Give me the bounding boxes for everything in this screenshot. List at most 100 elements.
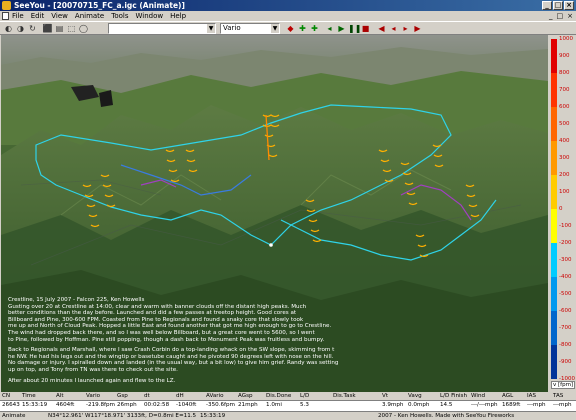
vario-scale-tick: 800 (559, 70, 570, 76)
grid-value-cell: 14.5 (440, 402, 453, 408)
grid-header-cell[interactable]: AVario (206, 393, 224, 399)
rewind-icon[interactable]: ◂ (324, 23, 335, 34)
grid-value-cell: -219.8fpm (86, 402, 116, 408)
window-title: SeeYou - [20070715_FC_a.igc (Animate)] (14, 1, 185, 10)
variable-select[interactable]: Vario ▼ (220, 23, 280, 34)
grid-value-cell: ---/---mph (471, 402, 498, 408)
stop-icon[interactable]: ■ (360, 23, 371, 34)
toolbar-tool-5-icon[interactable]: ▤ (54, 23, 65, 34)
toolbar-tool-4-icon[interactable]: ⬛ (42, 23, 53, 34)
toolbar-tool-7-icon[interactable]: ◯ (78, 23, 89, 34)
maximize-button[interactable]: □ (553, 1, 563, 10)
doc-restore-button[interactable]: □ (557, 11, 564, 21)
toolbar-green-2-icon[interactable]: ✚ (309, 23, 320, 34)
vario-scale-tick: 600 (559, 104, 570, 110)
terrain-3d-view[interactable]: Crestline, 15 July 2007 - Falcon 225, Ke… (1, 35, 548, 392)
toolbar-green-icon[interactable]: ✚ (297, 23, 308, 34)
grid-header-cell[interactable]: TAS (553, 393, 563, 399)
status-bar: Animate N34°12.961' W117°18.971' 3133ft,… (0, 411, 576, 420)
play-icon[interactable]: ▶ (336, 23, 347, 34)
story-line: After about 20 minutes I launched again … (8, 377, 176, 384)
vario-color-segment (551, 277, 557, 311)
status-time: 15:33:19 (200, 413, 226, 419)
grid-header-cell[interactable]: Dis.Task (333, 393, 356, 399)
vario-scale-unit: v [fpm] (551, 381, 576, 389)
grid-header-cell[interactable]: AGsp (238, 393, 253, 399)
vario-scale-tick: 300 (559, 155, 570, 161)
vario-color-bar (551, 39, 557, 379)
story-line: Back to Regionals and Marshall, where I … (8, 347, 335, 354)
grid-value-cell: 15:33:19 (22, 402, 48, 408)
status-coordinates: N34°12.961' W117°18.971' 3133ft, D=0.8mi… (48, 413, 197, 419)
story-paragraph-3: After about 20 minutes I launched again … (8, 378, 368, 385)
grid-header-cell[interactable]: Vavg (408, 393, 422, 399)
step-back-icon[interactable]: ◀ (376, 23, 387, 34)
doc-minimize-button[interactable]: _ (549, 11, 553, 21)
grid-header-cell[interactable]: L/D (300, 393, 309, 399)
menu-help[interactable]: Help (170, 11, 186, 21)
grid-header-cell[interactable]: dt (144, 393, 150, 399)
frame-forward-icon[interactable]: ▸ (400, 23, 411, 34)
document-icon[interactable] (2, 12, 9, 20)
menu-animate[interactable]: Animate (75, 11, 104, 21)
vario-scale-tick: 500 (559, 121, 570, 127)
refresh-icon[interactable]: ↻ (27, 23, 38, 34)
grid-value-cell: 26mph (117, 402, 137, 408)
chevron-down-icon: ▼ (271, 24, 279, 33)
grid-header-cell[interactable]: dH (176, 393, 184, 399)
pause-icon[interactable]: ❚❚ (348, 23, 361, 34)
toolbar: ◐ ◑ ↻ ⬛ ▤ ⬚ ◯ ▼ Vario ▼ ◆ ✚ ✚ ◂ ▶ ❚❚ ■ ◀… (0, 21, 576, 35)
grid-header-cell[interactable]: Vt (382, 393, 388, 399)
menu-tools[interactable]: Tools (111, 11, 128, 21)
minimize-button[interactable]: _ (542, 1, 552, 10)
vario-color-segment (551, 141, 557, 175)
vario-scale-tick: -300 (559, 257, 572, 263)
menu-view[interactable]: View (51, 11, 68, 21)
vario-color-segment (551, 243, 557, 277)
vario-color-segment (551, 175, 557, 209)
grid-header-cell[interactable]: L/D Finish (440, 393, 467, 399)
vario-scale-tick: 0 (559, 206, 563, 212)
grid-header-cell[interactable]: IAS (527, 393, 536, 399)
menu-bar: File Edit View Animate Tools Window Help… (0, 11, 576, 21)
toolbar-tool-6-icon[interactable]: ⬚ (66, 23, 77, 34)
speed-select[interactable]: ▼ (108, 23, 216, 34)
story-line: Billboard and Pine, 300-600 FPM. Coasted… (8, 316, 304, 323)
grid-value-cell: ---mph (553, 402, 572, 408)
story-paragraph-2: Back to Regionals and Marshall, where I … (8, 347, 368, 373)
grid-header-cell[interactable]: Gsp (117, 393, 128, 399)
vario-scale-tick: 100 (559, 189, 570, 195)
vario-scale-tick: 400 (559, 138, 570, 144)
grid-value-cell: 1689ft (502, 402, 521, 408)
step-forward-icon[interactable]: ▶ (412, 23, 423, 34)
flight-data-value-row[interactable]: 26643 15:33:19 4604ft -219.8fpm 26mph 00:02:5… (0, 401, 576, 410)
menu-window[interactable]: Window (136, 11, 164, 21)
grid-header-cell[interactable]: AGL (502, 393, 513, 399)
story-line: he NW. He had his legs out and the wingt… (8, 353, 334, 360)
flight-data-header-row: CN Time Alt Vario Gsp dt dH AVario AGsp Dis.Done L… (0, 392, 576, 401)
doc-close-button[interactable]: × (567, 11, 573, 21)
story-line: me up and North of Cloud Peak. Hopped a … (8, 323, 332, 330)
grid-header-cell[interactable]: Vario (86, 393, 100, 399)
close-button[interactable]: × (564, 1, 574, 10)
grid-value-cell: 1.0mi (266, 402, 282, 408)
grid-header-cell[interactable]: Wind (471, 393, 485, 399)
grid-header-cell[interactable]: Time (22, 393, 36, 399)
vario-color-segment (551, 107, 557, 141)
vario-scale-tick: 700 (559, 87, 570, 93)
toolbar-red-icon[interactable]: ◆ (285, 23, 296, 34)
grid-value-cell: -350.6fpm (206, 402, 236, 408)
toolbar-tool-1-icon[interactable]: ◐ (3, 23, 14, 34)
menu-file[interactable]: File (12, 11, 24, 21)
story-line: Crestline, 15 July 2007 - Falcon 225, Ke… (8, 297, 145, 303)
frame-back-icon[interactable]: ◂ (388, 23, 399, 34)
grid-header-cell[interactable]: CN (2, 393, 10, 399)
vario-scale-tick: -700 (559, 325, 572, 331)
story-line: better conditions than the day before. L… (8, 310, 297, 317)
grid-header-cell[interactable]: Alt (56, 393, 64, 399)
vario-color-segment (551, 345, 557, 379)
grid-header-cell[interactable]: Dis.Done (266, 393, 291, 399)
app-icon (2, 1, 11, 10)
toolbar-tool-2-icon[interactable]: ◑ (15, 23, 26, 34)
menu-edit[interactable]: Edit (31, 11, 45, 21)
